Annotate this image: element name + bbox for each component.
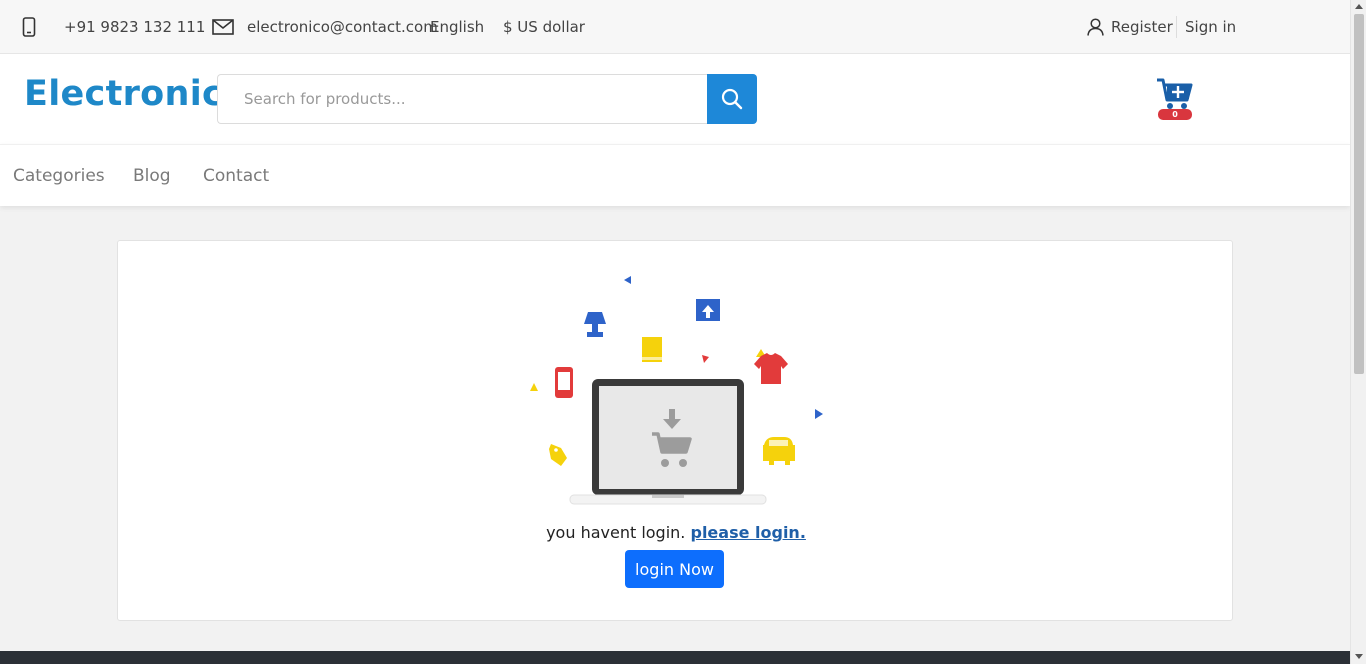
signin-link[interactable]: Sign in bbox=[1185, 0, 1236, 54]
nav-item-categories[interactable]: Categories bbox=[13, 145, 105, 207]
language-selector[interactable]: English bbox=[430, 0, 484, 54]
please-login-link[interactable]: please login. bbox=[690, 523, 805, 542]
empty-cart-illustration bbox=[530, 276, 823, 505]
main-nav: Categories Blog Contact bbox=[0, 144, 1350, 206]
top-bar: +91 9823 132 111 electronico@contact.com… bbox=[0, 0, 1350, 54]
phone-icon bbox=[22, 17, 36, 37]
phone-contact: +91 9823 132 111 bbox=[22, 0, 205, 54]
search-button[interactable] bbox=[707, 74, 757, 124]
search-icon bbox=[721, 88, 743, 110]
nav-item-contact[interactable]: Contact bbox=[203, 145, 269, 207]
page-scrollbar[interactable] bbox=[1350, 0, 1366, 664]
login-message: you havent login. please login. bbox=[118, 523, 1234, 542]
scrollbar-thumb[interactable] bbox=[1354, 14, 1364, 374]
scroll-down-icon[interactable] bbox=[1355, 654, 1363, 659]
divider bbox=[1176, 16, 1177, 38]
logo[interactable]: Electronic bbox=[24, 74, 223, 114]
currency-selector[interactable]: $ US dollar bbox=[503, 0, 585, 54]
search-input[interactable] bbox=[217, 74, 707, 124]
nav-item-blog[interactable]: Blog bbox=[133, 145, 171, 207]
cart-button[interactable]: 0 bbox=[1155, 76, 1195, 122]
phone-number: +91 9823 132 111 bbox=[64, 18, 206, 36]
email-contact: electronico@contact.com bbox=[212, 0, 438, 54]
login-message-text: you havent login. bbox=[546, 523, 686, 542]
scroll-up-icon[interactable] bbox=[1355, 4, 1363, 9]
email-address: electronico@contact.com bbox=[247, 18, 438, 36]
envelope-icon bbox=[212, 19, 234, 35]
header: Electronic 0 bbox=[0, 54, 1350, 144]
login-required-card: you havent login. please login. login No… bbox=[117, 240, 1233, 621]
user-icon bbox=[1087, 18, 1104, 36]
footer bbox=[0, 651, 1350, 664]
register-link[interactable]: Register bbox=[1087, 0, 1173, 54]
search-bar bbox=[217, 74, 757, 124]
cart-count-badge: 0 bbox=[1158, 109, 1192, 120]
register-label: Register bbox=[1111, 18, 1173, 36]
login-now-button[interactable]: login Now bbox=[625, 550, 724, 588]
